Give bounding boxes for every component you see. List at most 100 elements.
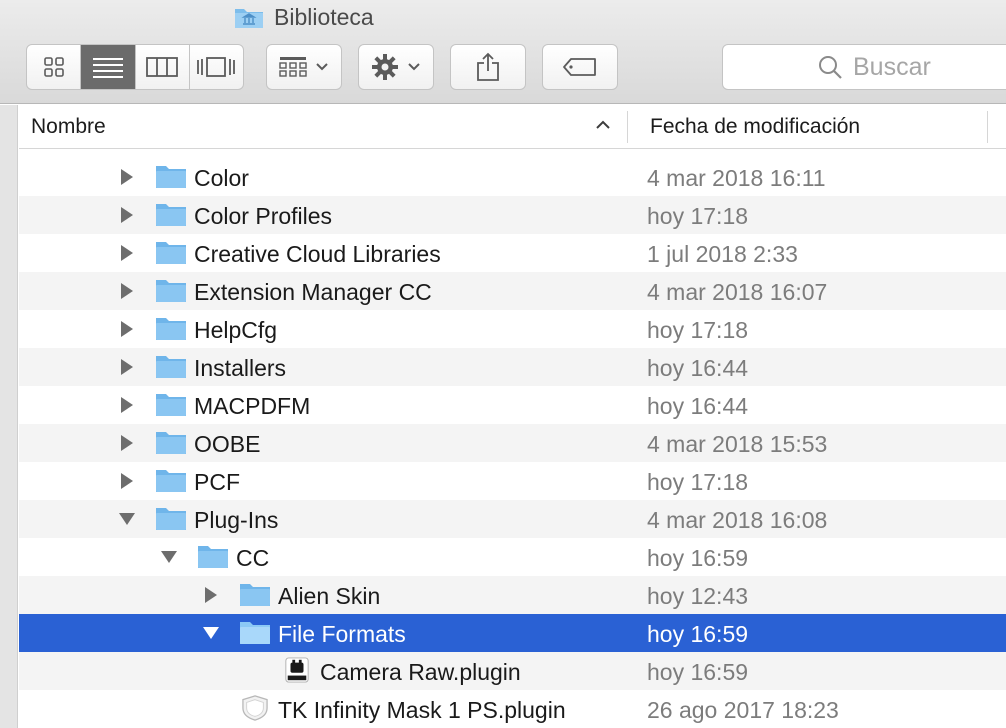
- gear-icon: [372, 54, 398, 80]
- file-row[interactable]: Plug-Ins 4 mar 2018 16:08: [19, 500, 1006, 538]
- folder-icon: [156, 508, 186, 530]
- share-icon: [477, 52, 499, 81]
- modified-date: 4 mar 2018 16:11: [647, 165, 826, 191]
- file-row[interactable]: Creative Cloud Libraries 1 jul 2018 2:33: [19, 234, 1006, 272]
- modified-date: hoy 17:18: [647, 203, 749, 229]
- modified-date: 26 ago 2017 18:23: [647, 697, 839, 723]
- folder-icon: [156, 166, 186, 188]
- file-row[interactable]: PCF hoy 17:18: [19, 462, 1006, 500]
- chevron-down-icon: [316, 63, 328, 71]
- folder-icon: [156, 470, 186, 492]
- file-row[interactable]: Color Profiles hoy 17:18: [19, 196, 1006, 234]
- arrange-button[interactable]: [266, 44, 342, 90]
- file-row[interactable]: File Formats hoy 16:59: [19, 614, 1006, 652]
- column-name-header[interactable]: Nombre: [31, 115, 106, 139]
- file-name: Creative Cloud Libraries: [194, 241, 441, 267]
- folder-icon: [155, 150, 187, 152]
- folder-icon: [156, 432, 186, 454]
- file-row[interactable]: CC hoy 16:59: [19, 538, 1006, 576]
- modified-date: hoy 12:43: [647, 583, 749, 609]
- modified-date: hoy 16:59: [647, 621, 749, 647]
- folder-icon: [198, 546, 228, 568]
- folder-icon: [156, 242, 186, 264]
- disclosure-collapsed-icon[interactable]: [117, 357, 137, 377]
- modified-date: hoy 16:59: [647, 659, 749, 685]
- view-mode-control: [26, 44, 244, 90]
- folder-icon: [240, 622, 270, 644]
- disclosure-expanded-icon[interactable]: [159, 547, 179, 567]
- disclosure-collapsed-icon[interactable]: [201, 585, 221, 605]
- window-title-label: Biblioteca: [274, 3, 374, 30]
- file-name: MACPDFM: [194, 393, 311, 419]
- column-divider[interactable]: [987, 111, 988, 143]
- modified-date: hoy 17:18: [647, 469, 749, 495]
- shield-plugin-icon: [242, 695, 268, 721]
- file-row[interactable]: MACPDFM hoy 16:44: [19, 386, 1006, 424]
- file-name: HelpCfg: [194, 317, 278, 343]
- modified-date: hoy 16:59: [647, 545, 749, 571]
- cover-flow-view-button[interactable]: [190, 45, 243, 89]
- disclosure-collapsed-icon[interactable]: [117, 395, 137, 415]
- tags-button[interactable]: [542, 44, 618, 90]
- tag-icon: [563, 58, 596, 76]
- file-row[interactable]: OOBE 4 mar 2018 15:53: [19, 424, 1006, 462]
- disclosure-expanded-icon[interactable]: [117, 509, 137, 529]
- file-name: Alien Skin: [278, 583, 381, 609]
- library-folder-icon: [235, 9, 263, 28]
- folder-icon: [240, 584, 270, 606]
- file-list: Color 4 mar 2018 16:11 Color Profiles hoy 1…: [19, 150, 1006, 728]
- modified-date: 4 mar 2018 15:53: [647, 431, 828, 457]
- cover-flow-icon: [197, 57, 236, 77]
- search-placeholder: Buscar: [853, 52, 931, 81]
- disclosure-collapsed-icon[interactable]: [117, 471, 137, 491]
- modified-date: 1 jul 2018 2:33: [647, 241, 798, 267]
- column-header: Nombre Fecha de modificación: [19, 105, 1006, 149]
- column-view-button[interactable]: [136, 45, 190, 89]
- file-name: OOBE: [194, 431, 261, 457]
- folder-icon: [156, 204, 186, 226]
- disclosure-collapsed-icon[interactable]: [117, 205, 137, 225]
- file-row[interactable]: TK Infinity Mask 1 PS.plugin 26 ago 2017 …: [19, 690, 1006, 728]
- action-button[interactable]: [358, 44, 434, 90]
- column-divider[interactable]: [627, 111, 628, 143]
- disclosure-collapsed-icon[interactable]: [117, 319, 137, 339]
- file-name: Plug-Ins: [194, 507, 279, 533]
- disclosure-collapsed-icon[interactable]: [117, 281, 137, 301]
- file-name: Color: [194, 165, 249, 191]
- file-row[interactable]: Installers hoy 16:44: [19, 348, 1006, 386]
- file-row[interactable]: Alien Skin hoy 12:43: [19, 576, 1006, 614]
- finder-toolbar: Biblioteca Buscar: [0, 0, 1006, 104]
- list-icon: [92, 58, 123, 78]
- file-name: Installers: [194, 355, 287, 381]
- file-name: File Formats: [278, 621, 406, 647]
- folder-icon: [156, 356, 186, 378]
- modified-date: hoy 16:44: [647, 393, 749, 419]
- file-row[interactable]: Color 4 mar 2018 16:11: [19, 158, 1006, 196]
- chevron-down-icon: [408, 63, 420, 71]
- disclosure-collapsed-icon[interactable]: [117, 243, 137, 263]
- folder-icon: [156, 318, 186, 340]
- folder-icon: [156, 280, 186, 302]
- file-name: PCF: [194, 469, 240, 495]
- file-row[interactable]: Extension Manager CC 4 mar 2018 16:07: [19, 272, 1006, 310]
- file-row[interactable]: HelpCfg hoy 17:18: [19, 310, 1006, 348]
- share-button[interactable]: [450, 44, 526, 90]
- file-name: CC: [236, 545, 270, 571]
- list-view-button[interactable]: [81, 45, 136, 89]
- columns-icon: [146, 57, 179, 77]
- sort-ascending-icon: [596, 120, 610, 129]
- search-field[interactable]: Buscar: [722, 44, 1006, 90]
- file-name: TK Infinity Mask 1 PS.plugin: [278, 697, 566, 723]
- search-icon: [819, 56, 842, 79]
- window-title: Biblioteca: [234, 2, 374, 32]
- file-name: Camera Raw.plugin: [320, 659, 521, 685]
- disclosure-collapsed-icon[interactable]: [117, 433, 137, 453]
- column-date-header[interactable]: Fecha de modificación: [650, 115, 860, 139]
- file-row[interactable]: Camera Raw.plugin hoy 16:59: [19, 652, 1006, 690]
- disclosure-collapsed-icon[interactable]: [117, 167, 137, 187]
- disclosure-expanded-icon[interactable]: [201, 623, 221, 643]
- file-name: Color Profiles: [194, 203, 333, 229]
- icon-view-button[interactable]: [27, 45, 82, 89]
- file-name: Extension Manager CC: [194, 279, 432, 305]
- sidebar-edge: [0, 105, 18, 728]
